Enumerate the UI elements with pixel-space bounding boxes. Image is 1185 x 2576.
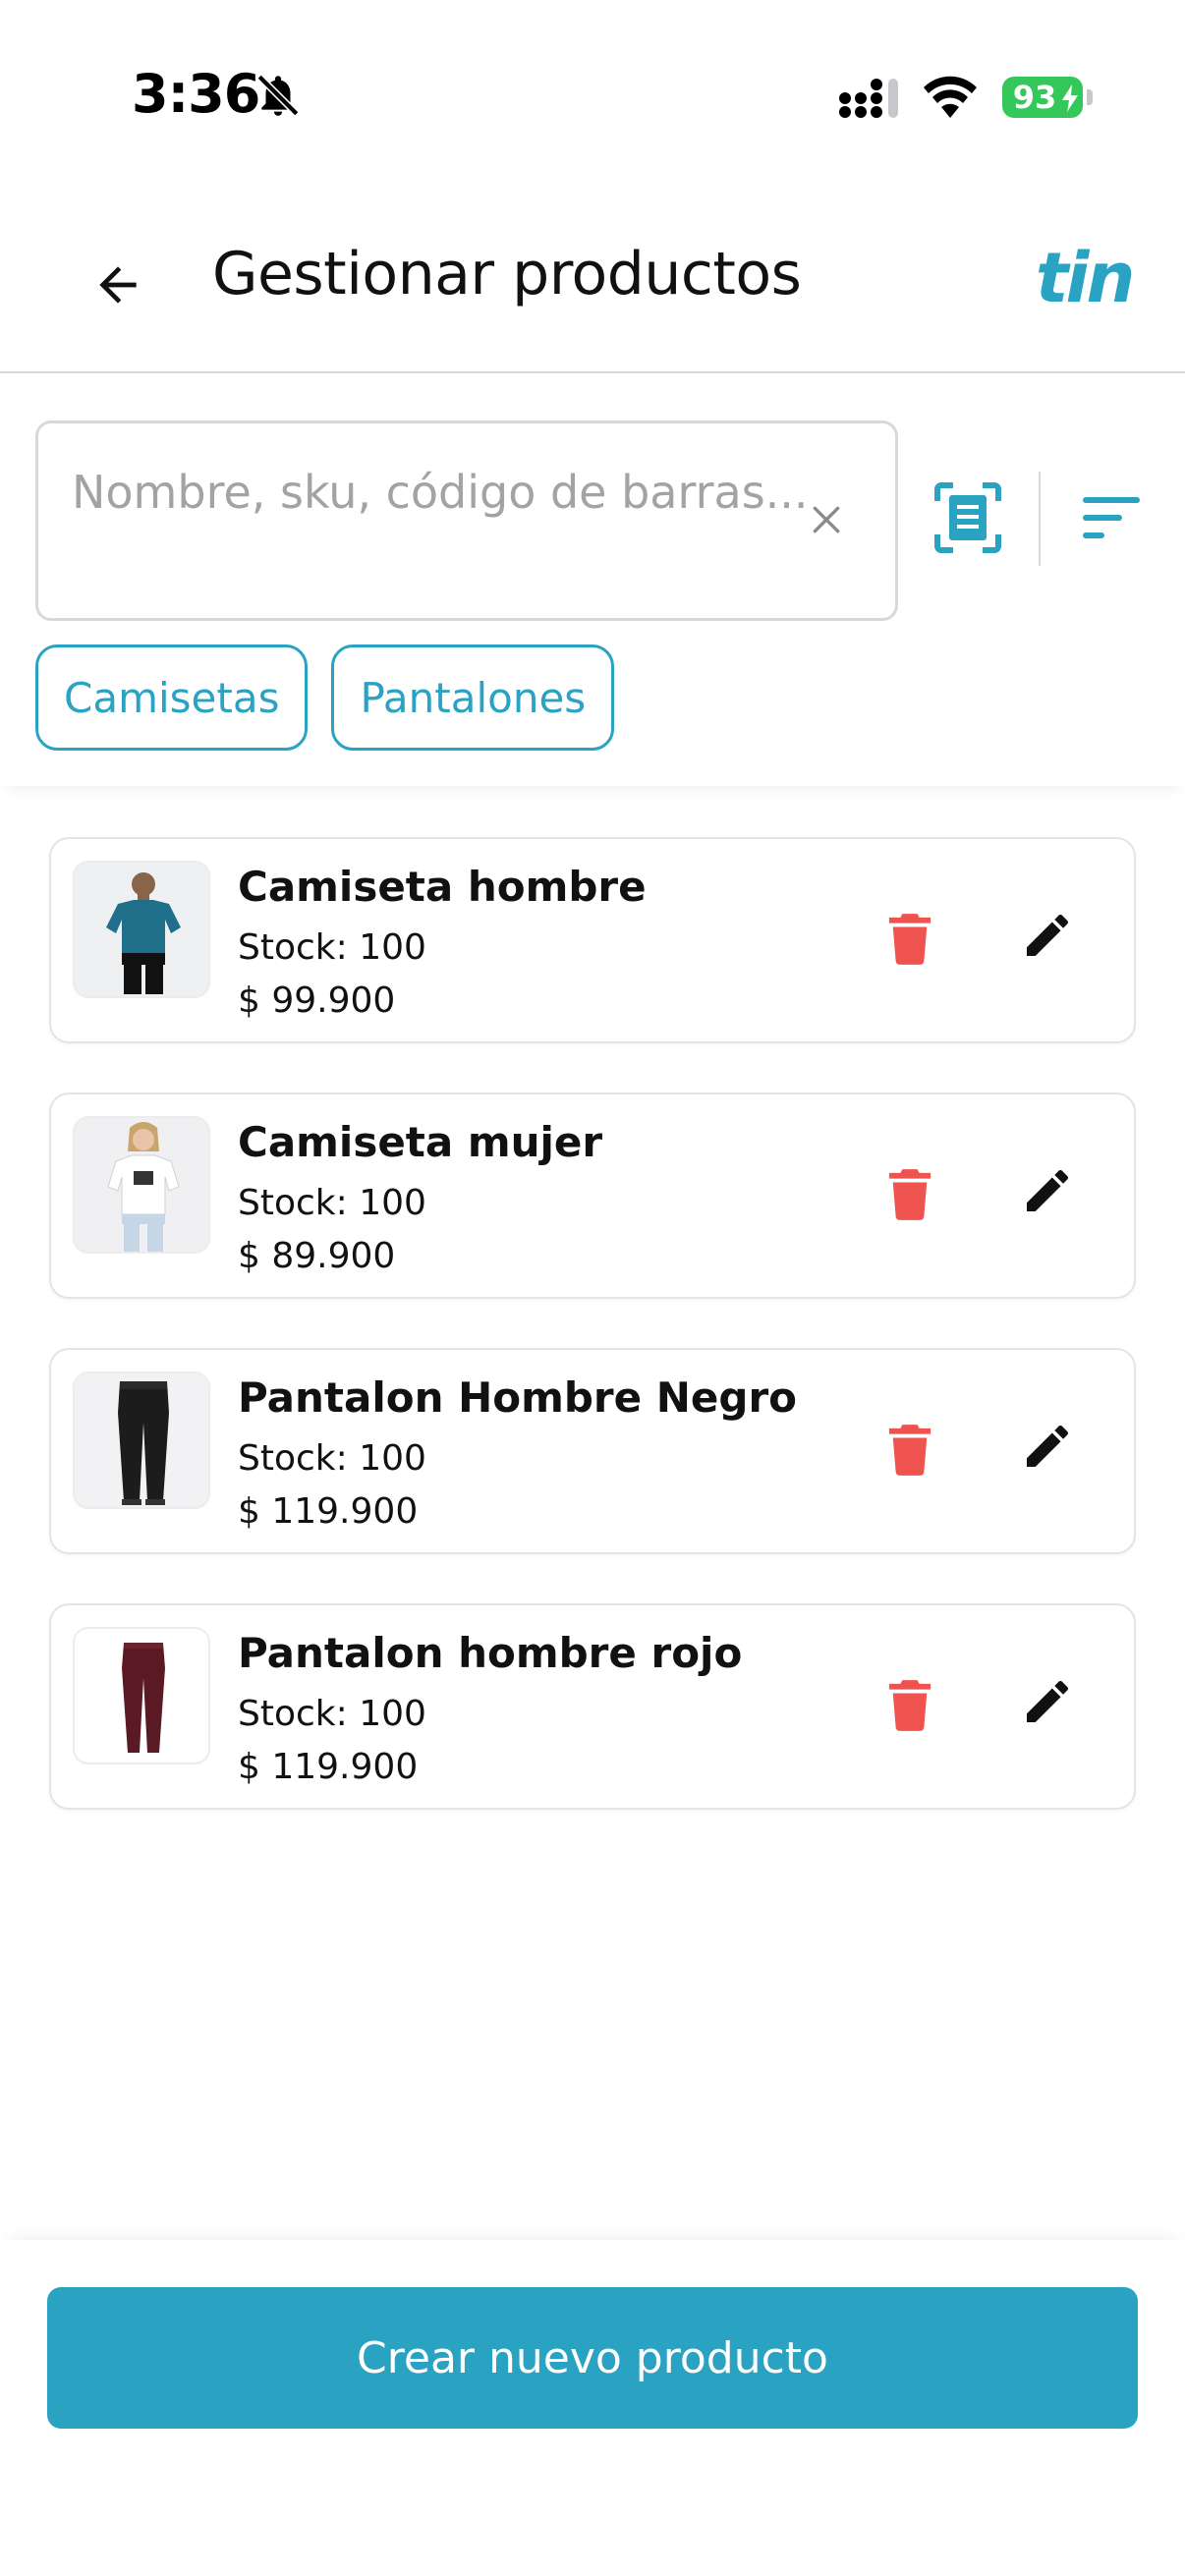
page-title: Gestionar productos [212,240,802,308]
product-name: Camiseta hombre [238,863,647,911]
product-image [73,1116,210,1254]
product-card[interactable]: Camiseta mujer Stock: 100 $ 89.900 [49,1092,1136,1299]
pencil-icon [1027,1169,1069,1211]
search-area: Nombre, sku, código de barras... Camiset… [0,373,1185,786]
app-screen: 3:36 93 Gestionar productos tin Nombre, … [0,0,1185,2576]
product-name: Pantalon hombre rojo [238,1629,743,1677]
product-stock: Stock: 100 [238,1183,426,1223]
black-pants-image [75,1373,208,1507]
delete-button[interactable] [880,1670,939,1739]
status-bar: 3:36 93 [0,0,1185,187]
pencil-icon [1027,1680,1069,1722]
cellular-signal-icon [839,79,898,118]
brand-logo: tin [1036,238,1135,318]
pencil-icon [1027,1425,1069,1467]
edit-button[interactable] [1016,1670,1079,1733]
toolbar-divider [1039,472,1041,566]
delete-button[interactable] [880,904,939,973]
close-icon[interactable] [807,500,846,539]
product-name: Pantalon Hombre Negro [238,1373,798,1422]
chip-camisetas[interactable]: Camisetas [35,644,309,751]
trash-icon [888,1425,931,1476]
product-image [73,1372,210,1509]
product-card[interactable]: Camiseta hombre Stock: 100 $ 99.900 [49,837,1136,1043]
product-price: $ 99.900 [238,980,396,1021]
bell-off-icon [256,74,300,117]
arrow-left-icon [99,266,137,304]
status-time: 3:36 [132,63,260,125]
battery-level: 93 [1012,79,1057,116]
product-card[interactable]: Pantalon Hombre Negro Stock: 100 $ 119.9… [49,1348,1136,1554]
sort-icon[interactable] [1083,495,1142,540]
search-placeholder: Nombre, sku, código de barras... [72,466,809,519]
edit-button[interactable] [1016,1415,1079,1478]
chip-pantalones[interactable]: Pantalones [331,644,615,751]
bottom-action-bar: Crear nuevo producto [0,2240,1185,2576]
delete-button[interactable] [880,1159,939,1228]
create-product-button[interactable]: Crear nuevo producto [47,2287,1138,2429]
charging-bolt-icon [1062,84,1078,112]
red-pants-image [75,1629,208,1763]
product-stock: Stock: 100 [238,1694,426,1734]
product-card[interactable]: Pantalon hombre rojo Stock: 100 $ 119.90… [49,1603,1136,1810]
search-input[interactable]: Nombre, sku, código de barras... [35,420,898,621]
pencil-icon [1027,914,1069,956]
app-header: Gestionar productos tin [0,187,1185,373]
battery-indicator: 93 [1002,77,1093,118]
barcode-scan-icon[interactable] [933,481,1002,554]
trash-icon [888,1169,931,1220]
product-price: $ 89.900 [238,1236,396,1276]
wifi-icon [924,76,977,118]
product-image [73,861,210,998]
trash-icon [888,914,931,965]
trash-icon [888,1680,931,1731]
product-name: Camiseta mujer [238,1118,603,1166]
product-stock: Stock: 100 [238,1438,426,1479]
product-price: $ 119.900 [238,1491,419,1532]
product-image [73,1627,210,1764]
blue-tshirt-man-image [75,863,208,996]
product-stock: Stock: 100 [238,927,426,968]
delete-button[interactable] [880,1415,939,1484]
edit-button[interactable] [1016,904,1079,967]
edit-button[interactable] [1016,1159,1079,1222]
white-tshirt-woman-image [75,1118,208,1252]
product-price: $ 119.900 [238,1747,419,1787]
back-button[interactable] [79,246,157,324]
filter-chips: Camisetas Pantalones [35,644,615,751]
